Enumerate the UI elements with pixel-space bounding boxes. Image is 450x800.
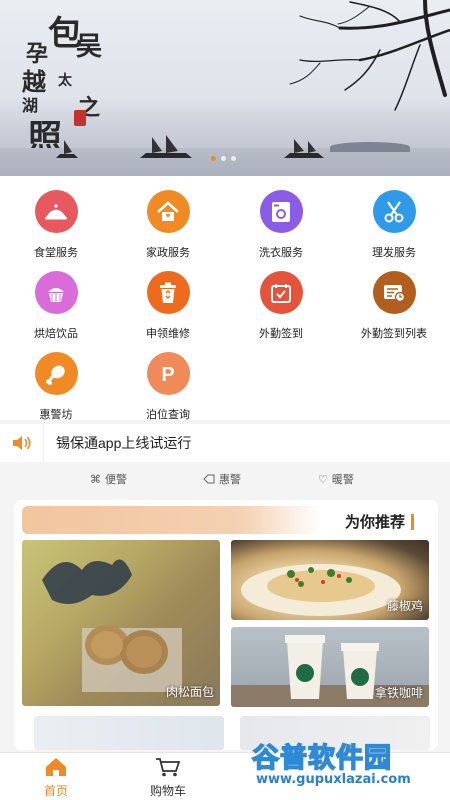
carousel-dot[interactable] bbox=[231, 156, 236, 161]
command-icon: ⌘ bbox=[90, 473, 101, 486]
recommend-section: 为你推荐 肉松面包 藤椒鸡 拿铁咖啡 bbox=[14, 500, 438, 750]
tab-huijing[interactable]: 惠警 bbox=[203, 471, 241, 487]
tab-nuanjing[interactable]: ♡ 暖警 bbox=[318, 471, 354, 487]
notice-bar[interactable]: 锡保通app上线试运行 bbox=[0, 424, 450, 462]
product-card-pepper-chicken[interactable]: 藤椒鸡 bbox=[231, 540, 429, 620]
nav-home[interactable]: 首页 bbox=[26, 757, 86, 799]
tag-icon bbox=[203, 474, 215, 484]
service-laundry[interactable]: 洗衣服务 bbox=[225, 180, 337, 260]
service-repair[interactable]: 申领维修 bbox=[112, 261, 224, 341]
chicken-leg-icon bbox=[34, 352, 78, 395]
heart-icon: ♡ bbox=[318, 473, 328, 486]
tab-bianjing[interactable]: ⌘ 便警 bbox=[90, 471, 127, 487]
product-card-pork-floss-bread[interactable]: 肉松面包 bbox=[22, 540, 220, 706]
service-huijingfang[interactable]: 惠警坊 bbox=[0, 342, 112, 422]
recycle-bin-icon bbox=[146, 271, 190, 314]
product-card-latte[interactable]: 拿铁咖啡 bbox=[231, 627, 429, 707]
service-housekeeping[interactable]: 家政服务 bbox=[112, 180, 224, 260]
list-card-icon bbox=[372, 271, 416, 314]
bread-photo bbox=[42, 559, 182, 692]
washing-machine-icon bbox=[259, 190, 303, 233]
service-canteen[interactable]: 食堂服务 bbox=[0, 180, 112, 260]
service-parking[interactable]: P 泊位查询 bbox=[112, 342, 224, 422]
red-seal bbox=[74, 110, 86, 126]
recommend-header: 为你推荐 bbox=[22, 506, 420, 534]
carousel-dot[interactable] bbox=[211, 156, 216, 161]
house-icon bbox=[146, 190, 190, 233]
food-cloche-icon bbox=[34, 190, 78, 233]
carousel-dot[interactable] bbox=[221, 156, 226, 161]
recommend-title: 为你推荐 bbox=[344, 514, 405, 531]
calendar-check-icon bbox=[259, 271, 303, 314]
product-caption: 藤椒鸡 bbox=[386, 599, 423, 613]
scissors-icon bbox=[372, 190, 416, 233]
speaker-icon bbox=[0, 424, 44, 462]
product-caption: 肉松面包 bbox=[165, 685, 214, 699]
sailboat-icon bbox=[56, 140, 78, 158]
cart-icon bbox=[156, 758, 181, 777]
svg-text:P: P bbox=[161, 364, 174, 386]
product-card[interactable] bbox=[34, 716, 224, 750]
service-bakery[interactable]: 烘焙饮品 bbox=[0, 261, 112, 341]
sailboat-icon bbox=[284, 139, 324, 158]
service-field-checkin[interactable]: 外勤签到 bbox=[225, 261, 337, 341]
calligraphy-title: 包 孕 吴 越 太 湖 之 照 bbox=[22, 14, 103, 158]
service-barber[interactable]: 理发服务 bbox=[338, 180, 450, 260]
home-icon bbox=[46, 758, 66, 776]
notice-text: 锡保通app上线试运行 bbox=[56, 435, 192, 451]
sailboat-icon bbox=[140, 135, 192, 158]
island-silhouette bbox=[330, 142, 410, 152]
service-field-checkin-list[interactable]: 外勤签到列表 bbox=[338, 261, 450, 341]
carousel-dots[interactable] bbox=[211, 156, 236, 161]
banner-carousel[interactable]: 包 孕 吴 越 太 湖 之 照 bbox=[0, 0, 450, 176]
cake-icon bbox=[34, 271, 78, 314]
tree-branches-illustration bbox=[289, 0, 450, 111]
product-caption: 拿铁咖啡 bbox=[374, 686, 423, 700]
watermark-logo: 谷普软件园 www.gupuxlazai.com bbox=[251, 742, 411, 787]
category-tabs: ⌘ 便警 惠警 ♡ 暖警 bbox=[0, 466, 450, 492]
parking-icon: P bbox=[146, 352, 190, 395]
service-grid: 食堂服务 家政服务 洗衣服务 理发服务 烘焙饮品 申领维修 外勤签到 外勤签到列… bbox=[0, 176, 450, 422]
nav-cart[interactable]: 购物车 bbox=[138, 757, 198, 799]
